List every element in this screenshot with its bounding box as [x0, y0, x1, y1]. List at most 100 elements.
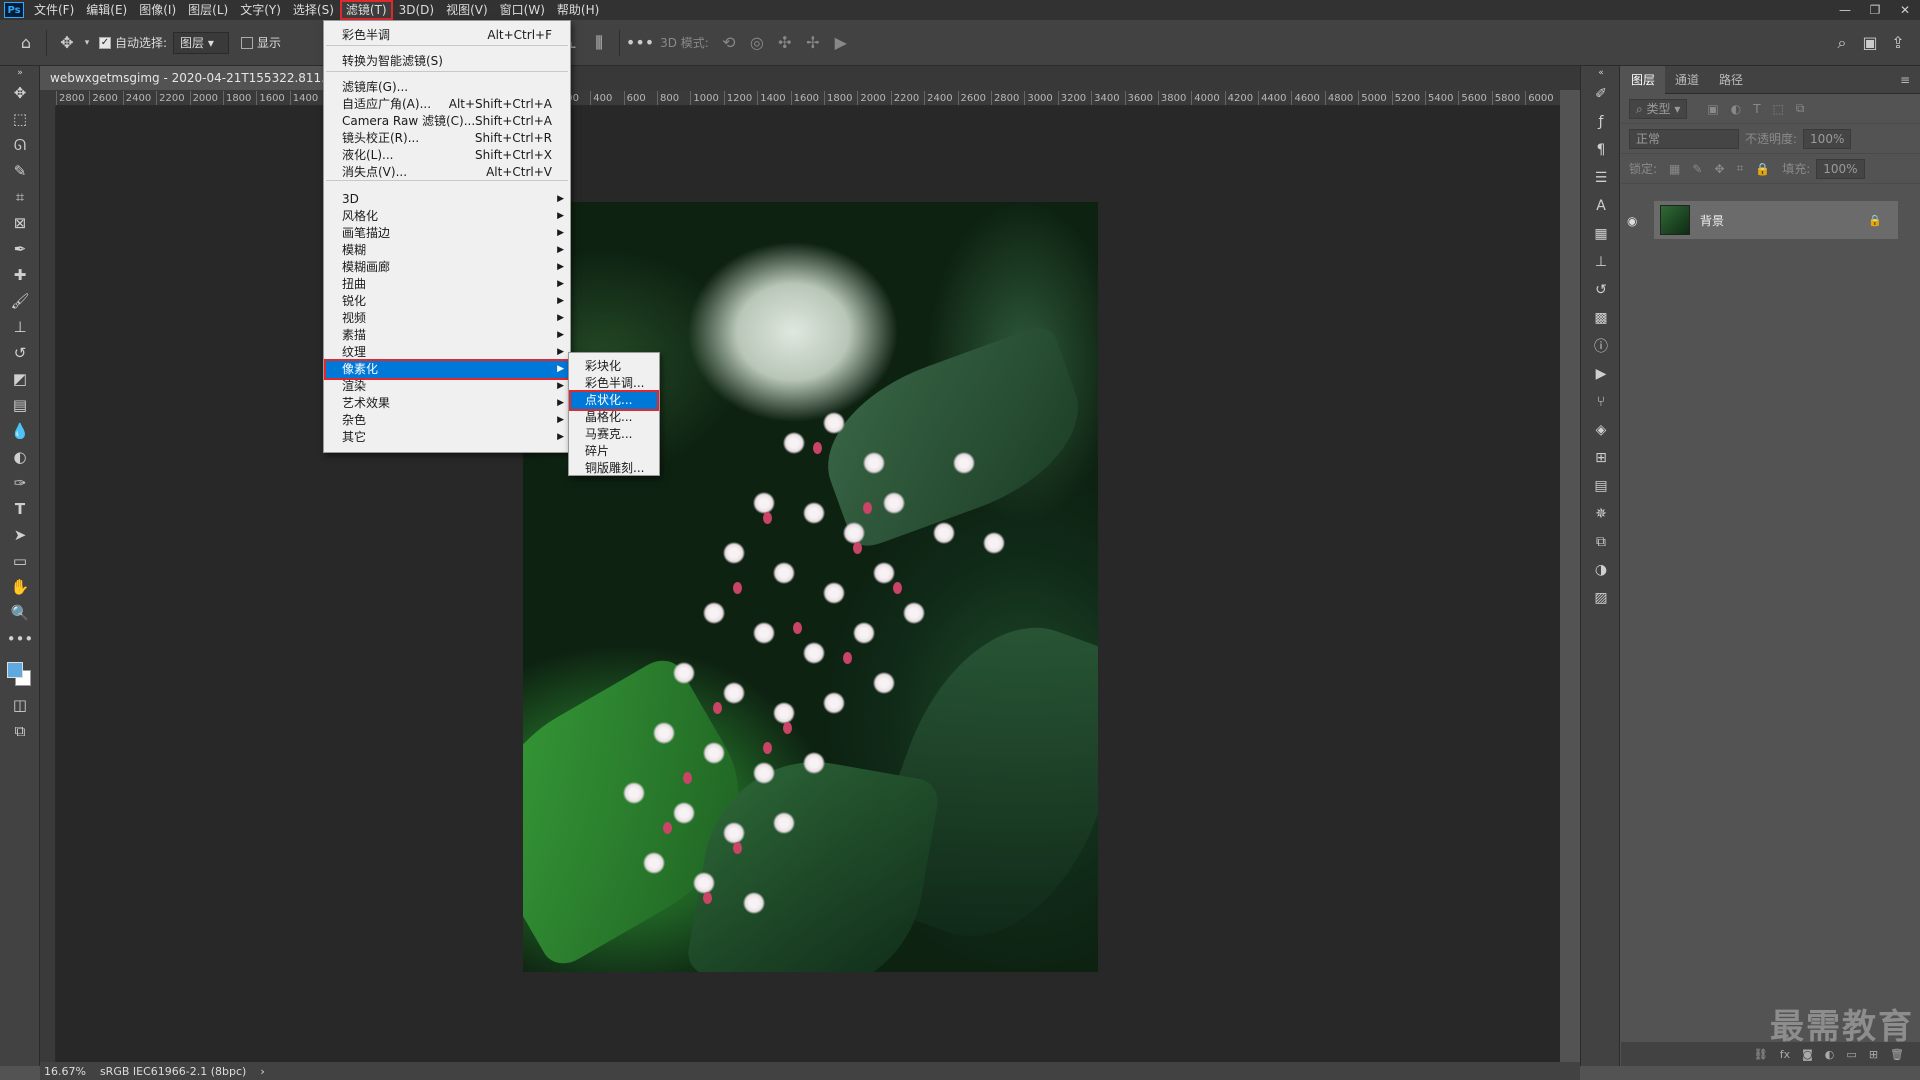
- color-swatches[interactable]: [0, 652, 40, 692]
- menu-edit[interactable]: 编辑(E): [80, 0, 133, 20]
- more-options-icon[interactable]: •••: [626, 29, 654, 57]
- filter-adjustment-icon[interactable]: ◐: [1731, 102, 1741, 116]
- foreground-color-swatch[interactable]: [7, 662, 23, 678]
- horizontal-ruler[interactable]: 2800260024002200200018001600140012001000…: [56, 90, 1560, 106]
- gradient-tool-icon[interactable]: ▤: [0, 392, 40, 418]
- eraser-tool-icon[interactable]: ◩: [0, 366, 40, 392]
- filter-type-icon[interactable]: T: [1753, 102, 1760, 116]
- filter-menu-item[interactable]: 转换为智能滤镜(S): [324, 51, 570, 72]
- opacity-input[interactable]: 100%: [1803, 128, 1852, 149]
- close-icon[interactable]: ✕: [1890, 0, 1920, 20]
- panel-menu-icon[interactable]: ≡: [1890, 66, 1920, 94]
- filter-pixel-icon[interactable]: ▣: [1707, 102, 1718, 116]
- more-tools-icon[interactable]: •••: [0, 626, 40, 652]
- lasso-tool-icon[interactable]: ᘏ: [0, 132, 40, 158]
- add-mask-icon[interactable]: ◙: [1802, 1048, 1813, 1061]
- table-icon[interactable]: ⊞: [1581, 444, 1621, 472]
- filter-shape-icon[interactable]: ⬚: [1773, 102, 1784, 116]
- menu-filter[interactable]: 滤镜(T): [339, 0, 393, 20]
- crop-tool-icon[interactable]: ⌗: [0, 184, 40, 210]
- share-icon[interactable]: ⇪: [1884, 29, 1912, 57]
- filter-smart-object-icon[interactable]: ⧉: [1796, 101, 1805, 116]
- 3d-icon[interactable]: ◈: [1581, 416, 1621, 444]
- libraries-icon[interactable]: ▦: [1581, 220, 1621, 248]
- layer-filter-dropdown[interactable]: ⌕ 类型 ▾: [1629, 98, 1688, 119]
- new-layer-icon[interactable]: ⊞: [1869, 1048, 1878, 1061]
- distribute-icon[interactable]: ⫼: [585, 29, 613, 57]
- menu-window[interactable]: 窗口(W): [494, 0, 551, 20]
- tab-channels[interactable]: 通道: [1665, 66, 1709, 94]
- channels-icon[interactable]: ▨: [1581, 584, 1621, 612]
- move-tool-icon[interactable]: ✥: [0, 80, 40, 106]
- 3d-camera-icon[interactable]: ▶: [827, 29, 855, 57]
- lock-all-icon[interactable]: 🔒: [1755, 162, 1770, 176]
- screen-mode-icon[interactable]: ⧉: [0, 718, 40, 744]
- filter-menu-item[interactable]: 消失点(V)... Alt+Ctrl+V: [324, 162, 570, 183]
- lock-artboard-icon[interactable]: ⌗: [1737, 161, 1744, 176]
- swatches-icon[interactable]: ▩: [1581, 304, 1621, 332]
- properties-icon[interactable]: ☰: [1581, 164, 1621, 192]
- collapse-icon[interactable]: »: [0, 66, 40, 80]
- search-icon[interactable]: ⌕: [1828, 29, 1856, 57]
- status-expand-icon[interactable]: ›: [260, 1065, 264, 1078]
- vertical-ruler[interactable]: [40, 106, 56, 1064]
- minimize-icon[interactable]: —: [1830, 0, 1860, 20]
- history-brush-tool-icon[interactable]: ↺: [0, 340, 40, 366]
- brush-tool-icon[interactable]: 🖌: [0, 288, 40, 314]
- 3d-slide-icon[interactable]: ✢: [799, 29, 827, 57]
- 3d-roll-icon[interactable]: ◎: [743, 29, 771, 57]
- 3d-pan-icon[interactable]: ✣: [771, 29, 799, 57]
- brush-settings-icon[interactable]: ✐: [1581, 80, 1621, 108]
- info-icon[interactable]: ⓘ: [1581, 332, 1621, 360]
- document-tab[interactable]: webwxgetmsgimg - 2020-04-21T155322.811.j…: [40, 66, 330, 90]
- healing-brush-tool-icon[interactable]: ✚: [0, 262, 40, 288]
- paragraph-icon[interactable]: ¶: [1581, 136, 1621, 164]
- filter-menu-item[interactable]: 其它 ▶: [324, 427, 570, 448]
- filter-menu-item[interactable]: 彩色半调 Alt+Ctrl+F: [324, 25, 570, 46]
- auto-select-target-dropdown[interactable]: 图层 ▾: [173, 31, 230, 54]
- rectangle-tool-icon[interactable]: ▭: [0, 548, 40, 574]
- visibility-eye-icon[interactable]: ◉: [1627, 214, 1637, 228]
- glyphs-icon[interactable]: ✵: [1581, 500, 1621, 528]
- menu-image[interactable]: 图像(I): [133, 0, 182, 20]
- dodge-tool-icon[interactable]: ◐: [0, 444, 40, 470]
- lock-pixels-icon[interactable]: ✎: [1692, 162, 1702, 176]
- type-tool-icon[interactable]: T: [0, 496, 40, 522]
- tab-paths[interactable]: 路径: [1709, 66, 1753, 94]
- zoom-tool-icon[interactable]: 🔍: [0, 600, 40, 626]
- collapse-icon[interactable]: «: [1581, 66, 1621, 80]
- move-tool-icon[interactable]: ✥: [53, 29, 81, 57]
- marquee-tool-icon[interactable]: ⬚: [0, 106, 40, 132]
- zoom-level[interactable]: 16.67%: [44, 1065, 86, 1078]
- menu-select[interactable]: 选择(S): [287, 0, 340, 20]
- blur-tool-icon[interactable]: 💧: [0, 418, 40, 444]
- layer-style-icon[interactable]: fx: [1780, 1048, 1790, 1061]
- link-layers-icon[interactable]: ⛓: [1754, 1048, 1768, 1061]
- fill-input[interactable]: 100%: [1816, 158, 1865, 179]
- clone-source-icon[interactable]: ⊥: [1581, 248, 1621, 276]
- new-group-icon[interactable]: ▭: [1846, 1048, 1856, 1061]
- workspace-icon[interactable]: ▣: [1856, 29, 1884, 57]
- path-select-tool-icon[interactable]: ➤: [0, 522, 40, 548]
- quick-select-tool-icon[interactable]: ✎: [0, 158, 40, 184]
- menu-layer[interactable]: 图层(L): [182, 0, 234, 20]
- character-icon[interactable]: A: [1581, 192, 1621, 220]
- restore-icon[interactable]: ❐: [1860, 0, 1890, 20]
- tab-layers[interactable]: 图层: [1621, 65, 1666, 94]
- layer-row-background[interactable]: 背景 🔒: [1654, 201, 1898, 239]
- notes-icon[interactable]: ▤: [1581, 472, 1621, 500]
- 3d-orbit-icon[interactable]: ⟲: [715, 29, 743, 57]
- menu-view[interactable]: 视图(V): [440, 0, 494, 20]
- frame-tool-icon[interactable]: ⊠: [0, 210, 40, 236]
- lock-position-icon[interactable]: ✥: [1714, 162, 1724, 176]
- timeline-icon[interactable]: ⧉: [1581, 528, 1621, 556]
- lock-transparent-icon[interactable]: ▦: [1669, 162, 1680, 176]
- menu-type[interactable]: 文字(Y): [234, 0, 287, 20]
- chevron-down-icon[interactable]: ▾: [81, 29, 93, 57]
- menu-file[interactable]: 文件(F): [28, 0, 80, 20]
- menu-3d[interactable]: 3D(D): [393, 0, 440, 20]
- pixelate-submenu-item[interactable]: 铜版雕刻...: [569, 458, 659, 479]
- fx-icon[interactable]: ƒ: [1581, 108, 1621, 136]
- paths-icon[interactable]: ⑂: [1581, 388, 1621, 416]
- actions-icon[interactable]: ▶: [1581, 360, 1621, 388]
